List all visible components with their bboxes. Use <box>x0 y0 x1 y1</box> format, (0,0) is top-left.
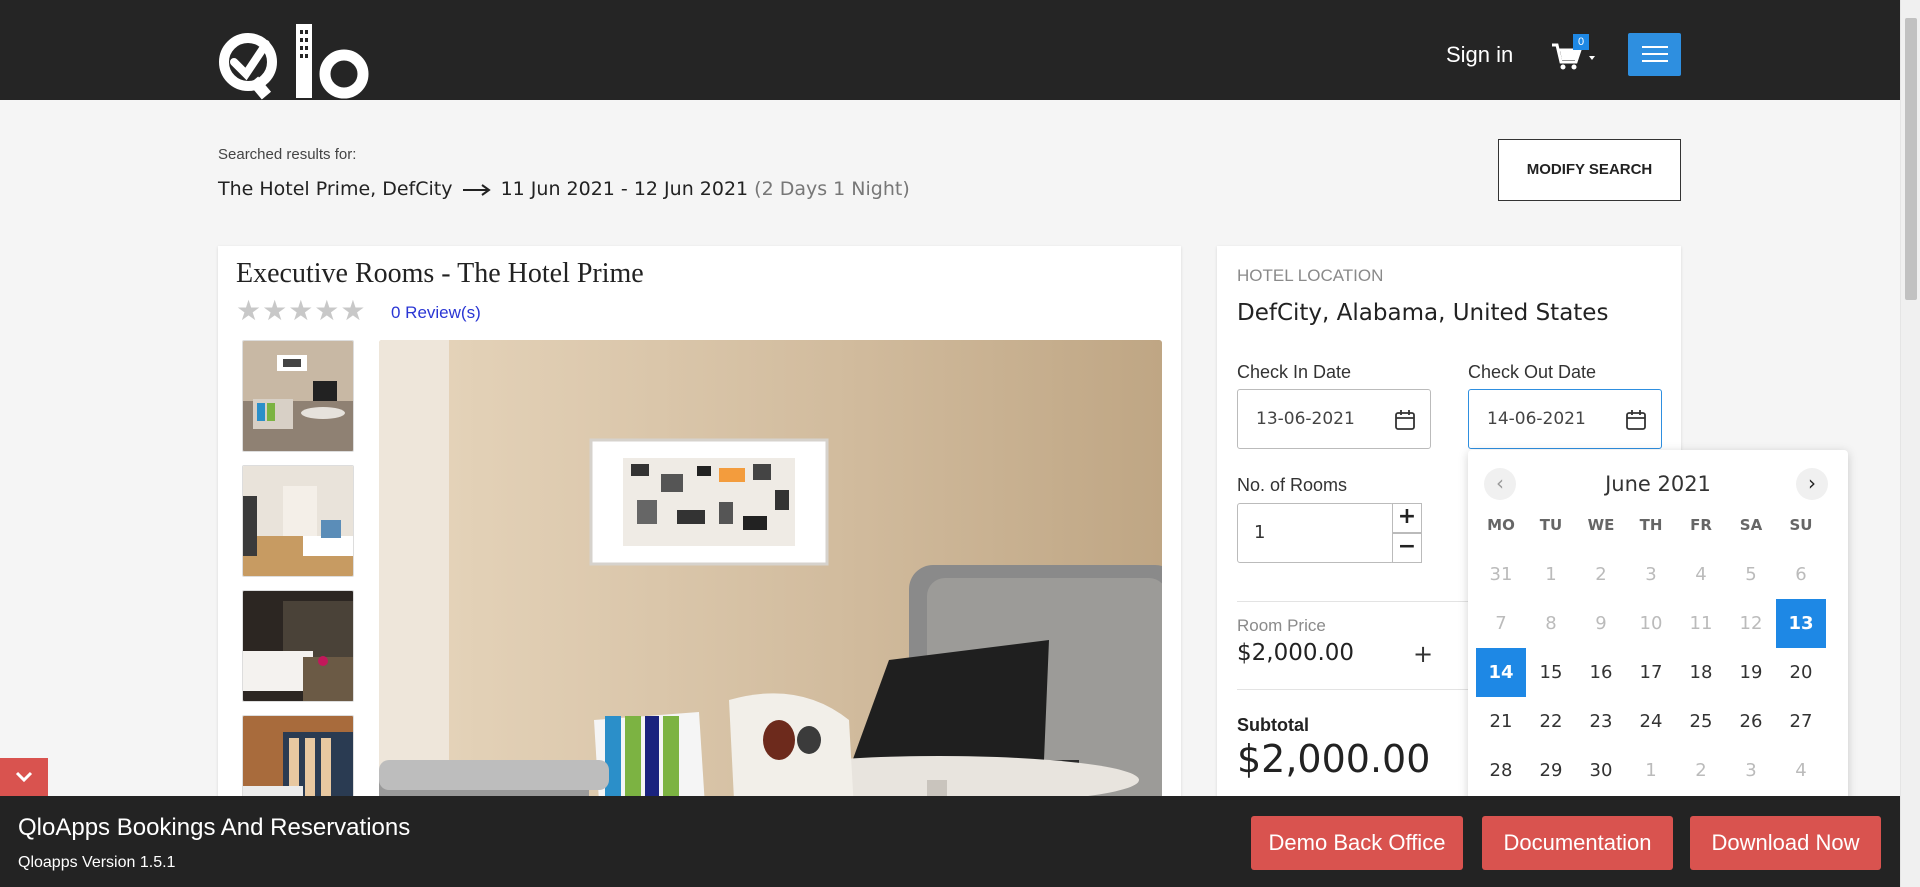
calendar-day[interactable]: 30 <box>1576 746 1626 795</box>
chevron-down-icon <box>15 771 33 783</box>
calendar-day[interactable]: 14 <box>1476 648 1526 697</box>
calendar-day: 12 <box>1739 613 1763 634</box>
menu-icon-bar <box>1642 53 1668 55</box>
calendar-day[interactable]: 26 <box>1726 697 1776 746</box>
datepicker-month-label: June 2021 <box>1605 472 1711 496</box>
modify-search-button[interactable]: MODIFY SEARCH <box>1498 139 1681 201</box>
calendar-day[interactable]: 23 <box>1576 697 1626 746</box>
rating-stars: ★★★★★ <box>236 294 367 327</box>
calendar-day: 10 <box>1639 613 1663 634</box>
calendar-day: 31 <box>1489 564 1513 585</box>
room-thumbnail[interactable] <box>242 465 354 577</box>
subtotal-value: $2,000.00 <box>1237 737 1431 781</box>
calendar-day[interactable]: 21 <box>1476 697 1526 746</box>
weekday-header: MO <box>1487 516 1515 534</box>
hotel-location-label: HOTEL LOCATION <box>1237 266 1384 285</box>
calendar-day[interactable]: 28 <box>1476 746 1526 795</box>
calendar-day[interactable]: 17 <box>1626 648 1676 697</box>
calendar-day: 3 <box>1645 564 1657 585</box>
room-price-label: Room Price <box>1237 616 1326 635</box>
check-in-label: Check In Date <box>1237 362 1352 382</box>
calendar-day[interactable]: 27 <box>1776 697 1826 746</box>
calendar-day: 4 <box>1795 760 1807 781</box>
calendar-day: 9 <box>1595 613 1607 634</box>
footer-title: QloApps Bookings And Reservations <box>18 814 411 841</box>
searched-results-label: Searched results for: <box>218 146 357 163</box>
calendar-day[interactable]: 13 <box>1776 599 1826 648</box>
calendar-day[interactable]: 20 <box>1776 648 1826 697</box>
calendar-day: 6 <box>1795 564 1807 585</box>
calendar-day: 7 <box>1495 613 1507 634</box>
datepicker-next-button[interactable]: › <box>1796 468 1828 500</box>
search-dates: 11 Jun 2021 - 12 Jun 2021 <box>500 178 749 200</box>
footer-version: Qloapps Version 1.5.1 <box>18 854 176 871</box>
calendar-day[interactable]: 15 <box>1526 648 1576 697</box>
calendar-day: 2 <box>1695 760 1707 781</box>
demo-back-office-button[interactable]: Demo Back Office <box>1251 816 1463 870</box>
room-title: Executive Rooms - The Hotel Prime <box>236 258 644 289</box>
check-out-input[interactable]: 14-06-2021 <box>1468 389 1662 449</box>
room-thumbnail[interactable] <box>242 590 354 702</box>
weekday-header: SA <box>1739 516 1763 534</box>
weekday-header: FR <box>1690 516 1712 534</box>
room-price-value: $2,000.00 <box>1237 640 1355 666</box>
calendar-day: 3 <box>1745 760 1757 781</box>
hotel-location-value: DefCity, Alabama, United States <box>1237 300 1609 326</box>
calendar-day: 8 <box>1545 613 1557 634</box>
search-summary: The Hotel Prime, DefCity 11 Jun 2021 - 1… <box>218 178 910 200</box>
reviews-link[interactable]: 0 Review(s) <box>391 303 481 323</box>
room-thumbnail[interactable] <box>242 340 354 452</box>
check-out-value: 14-06-2021 <box>1487 409 1586 429</box>
calendar-day[interactable]: 18 <box>1676 648 1726 697</box>
calendar-day[interactable]: 29 <box>1526 746 1576 795</box>
calendar-icon[interactable] <box>1394 409 1416 431</box>
weekday-header: TH <box>1639 516 1663 534</box>
calendar-day[interactable]: 24 <box>1626 697 1676 746</box>
signin-link[interactable]: Sign in <box>1446 42 1513 68</box>
qlo-logo[interactable] <box>218 22 374 100</box>
calendar-day[interactable]: 22 <box>1526 697 1576 746</box>
arrow-right-icon <box>462 183 491 196</box>
subtotal-label: Subtotal <box>1237 715 1309 735</box>
calendar-day: 2 <box>1595 564 1607 585</box>
calendar-day[interactable]: 25 <box>1676 697 1726 746</box>
search-duration: (2 Days 1 Night) <box>754 178 910 200</box>
weekday-header: WE <box>1587 516 1615 534</box>
scrollbar-thumb[interactable] <box>1905 18 1917 300</box>
rooms-increase-button[interactable]: + <box>1392 503 1422 533</box>
menu-icon-bar <box>1642 60 1668 62</box>
calendar-day: 4 <box>1695 564 1707 585</box>
calendar-day[interactable]: 16 <box>1576 648 1626 697</box>
calendar-day: 1 <box>1645 760 1657 781</box>
price-plus-sign: + <box>1413 640 1434 668</box>
menu-icon <box>1642 46 1668 48</box>
page-scrollbar[interactable] <box>1900 0 1920 887</box>
rooms-quantity-input[interactable]: 1 <box>1237 503 1394 563</box>
check-in-value: 13-06-2021 <box>1256 409 1355 429</box>
search-hotel-city: The Hotel Prime, DefCity <box>218 178 453 200</box>
cart-count-badge: 0 <box>1573 34 1589 50</box>
datepicker-popup: ‹ June 2021 › MO TU WE TH FR SA SU 31 1 2 3 4 5 6 7 8 9… <box>1468 450 1848 812</box>
menu-button[interactable] <box>1628 33 1681 76</box>
calendar-day: 1 <box>1545 564 1557 585</box>
check-out-label: Check Out Date <box>1468 362 1597 382</box>
calendar-day: 11 <box>1689 613 1713 634</box>
calendar-day: 5 <box>1745 564 1757 585</box>
rooms-decrease-button[interactable]: − <box>1392 533 1422 563</box>
download-now-button[interactable]: Download Now <box>1690 816 1881 870</box>
calendar-icon[interactable] <box>1625 409 1647 431</box>
check-in-input[interactable]: 13-06-2021 <box>1237 389 1431 449</box>
rooms-label: No. of Rooms <box>1237 475 1348 495</box>
collapse-footer-button[interactable] <box>0 758 48 796</box>
calendar-day[interactable]: 19 <box>1726 648 1776 697</box>
weekday-header: TU <box>1539 516 1563 534</box>
documentation-button[interactable]: Documentation <box>1482 816 1673 870</box>
weekday-header: SU <box>1789 516 1813 534</box>
